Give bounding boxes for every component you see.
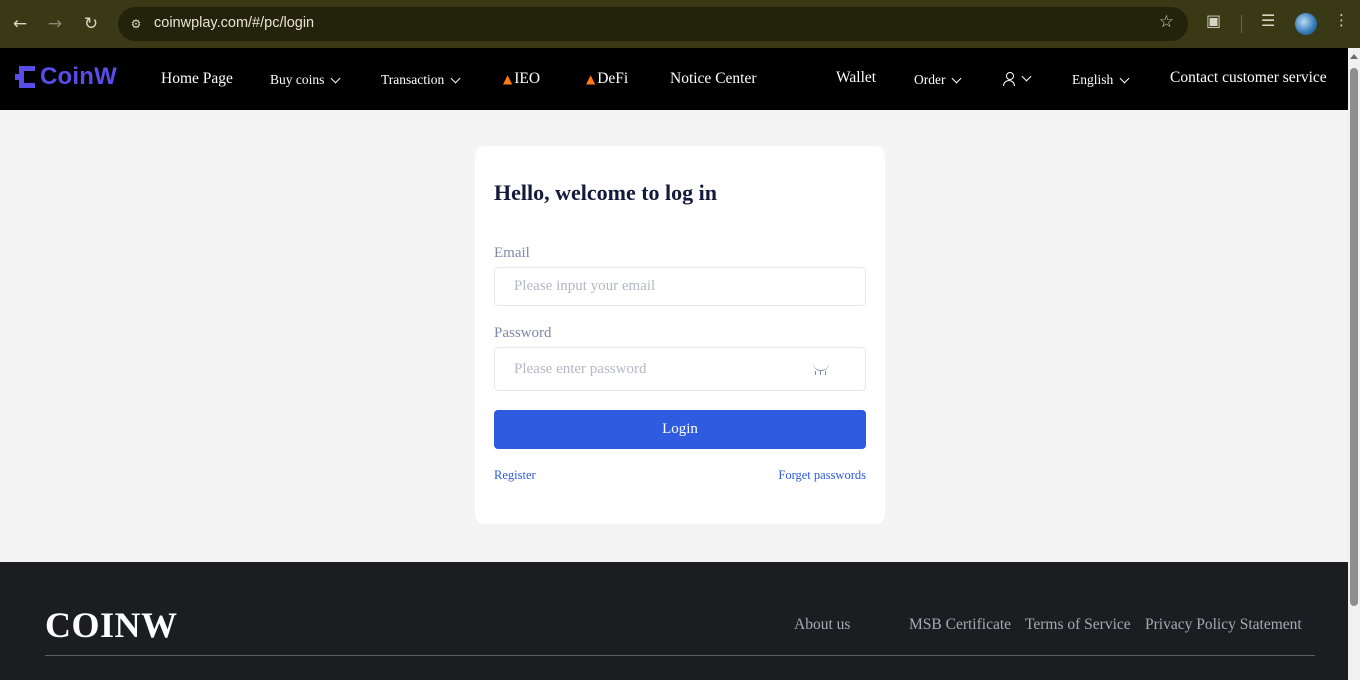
nav-order[interactable]: Order — [914, 72, 962, 88]
bookmark-star-icon[interactable]: ☆ — [1159, 12, 1174, 32]
menu-icon[interactable]: ⋮ — [1334, 11, 1349, 29]
nav-wallet-label: Wallet — [836, 69, 877, 86]
nav-contact-label: Contact customer service — [1170, 69, 1327, 86]
password-label: Password — [494, 325, 552, 341]
fire-icon: ▲ — [503, 72, 513, 86]
nav-transaction[interactable]: Transaction — [381, 72, 461, 88]
extensions-icon[interactable]: ▣ — [1206, 11, 1221, 30]
back-icon[interactable]: ← — [2, 6, 38, 42]
browser-toolbar: ← → ↻ ⚙ coinwplay.com/#/pc/login ☆ ▣ ☰ ⋮ — [0, 0, 1360, 48]
email-label: Email — [494, 245, 530, 261]
page-scrollbar[interactable] — [1348, 48, 1360, 680]
password-field-wrapper — [494, 347, 866, 391]
chevron-down-icon — [1021, 71, 1032, 82]
nav-defi-label: DeFi — [597, 70, 629, 87]
nav-language-label: English — [1072, 72, 1114, 87]
media-icon[interactable]: ☰ — [1261, 11, 1275, 30]
scroll-up-arrow-icon[interactable] — [1350, 54, 1358, 59]
register-link[interactable]: Register — [494, 468, 536, 483]
nav-home[interactable]: Home Page — [161, 70, 233, 88]
user-icon — [1003, 72, 1015, 86]
forget-password-link[interactable]: Forget passwords — [778, 468, 866, 483]
nav-wallet[interactable]: Wallet — [836, 69, 876, 87]
nav-user-menu[interactable] — [1003, 71, 1032, 86]
footer-link-terms[interactable]: Terms of Service — [1025, 616, 1131, 634]
nav-home-label: Home Page — [161, 70, 233, 87]
site-footer: COINW About us MSB Certificate Terms of … — [0, 562, 1348, 680]
footer-divider — [45, 655, 1315, 656]
fire-icon: ▲ — [586, 72, 596, 86]
logo-text: CoinW — [40, 63, 117, 90]
login-card: Hello, welcome to log in Email Password … — [475, 146, 885, 524]
nav-language[interactable]: English — [1072, 72, 1130, 88]
chevron-down-icon — [1119, 73, 1130, 83]
password-field[interactable] — [495, 348, 865, 390]
site-info-icon[interactable]: ⚙ — [125, 13, 147, 35]
nav-ieo-label: IEO — [514, 70, 541, 87]
address-bar[interactable]: ⚙ coinwplay.com/#/pc/login ☆ — [118, 7, 1188, 41]
coinw-logo[interactable]: CoinW — [15, 63, 117, 91]
nav-ieo[interactable]: ▲ IEO — [503, 70, 540, 88]
nav-notice-label: Notice Center — [670, 70, 757, 87]
footer-logo: COINW — [45, 605, 178, 645]
nav-contact-service[interactable]: Contact customer service — [1170, 69, 1327, 87]
email-field-wrapper — [494, 267, 866, 306]
footer-link-msb[interactable]: MSB Certificate — [909, 616, 1011, 634]
nav-buy-coins[interactable]: Buy coins — [270, 72, 341, 88]
nav-notice-center[interactable]: Notice Center — [670, 70, 757, 88]
coinw-logo-icon — [15, 66, 35, 88]
scrollbar-thumb[interactable] — [1350, 68, 1358, 606]
chevron-down-icon — [450, 73, 461, 83]
nav-order-label: Order — [914, 72, 946, 87]
email-field[interactable] — [495, 268, 865, 305]
nav-buy-coins-label: Buy coins — [270, 72, 325, 87]
chevron-down-icon — [330, 73, 341, 83]
chevron-down-icon — [952, 73, 962, 83]
footer-link-about[interactable]: About us — [794, 616, 850, 634]
nav-defi[interactable]: ▲ DeFi — [586, 70, 628, 88]
url-text[interactable]: coinwplay.com/#/pc/login — [154, 15, 314, 31]
login-title: Hello, welcome to log in — [494, 180, 718, 205]
login-button[interactable]: Login — [494, 410, 866, 449]
site-header: CoinW Home Page Buy coins Transaction ▲ … — [0, 48, 1348, 110]
toolbar-divider — [1241, 15, 1242, 33]
profile-avatar[interactable] — [1295, 13, 1317, 35]
forward-icon[interactable]: → — [37, 6, 73, 42]
nav-transaction-label: Transaction — [381, 72, 445, 87]
footer-link-privacy[interactable]: Privacy Policy Statement — [1145, 616, 1302, 634]
reload-icon[interactable]: ↻ — [73, 6, 109, 42]
